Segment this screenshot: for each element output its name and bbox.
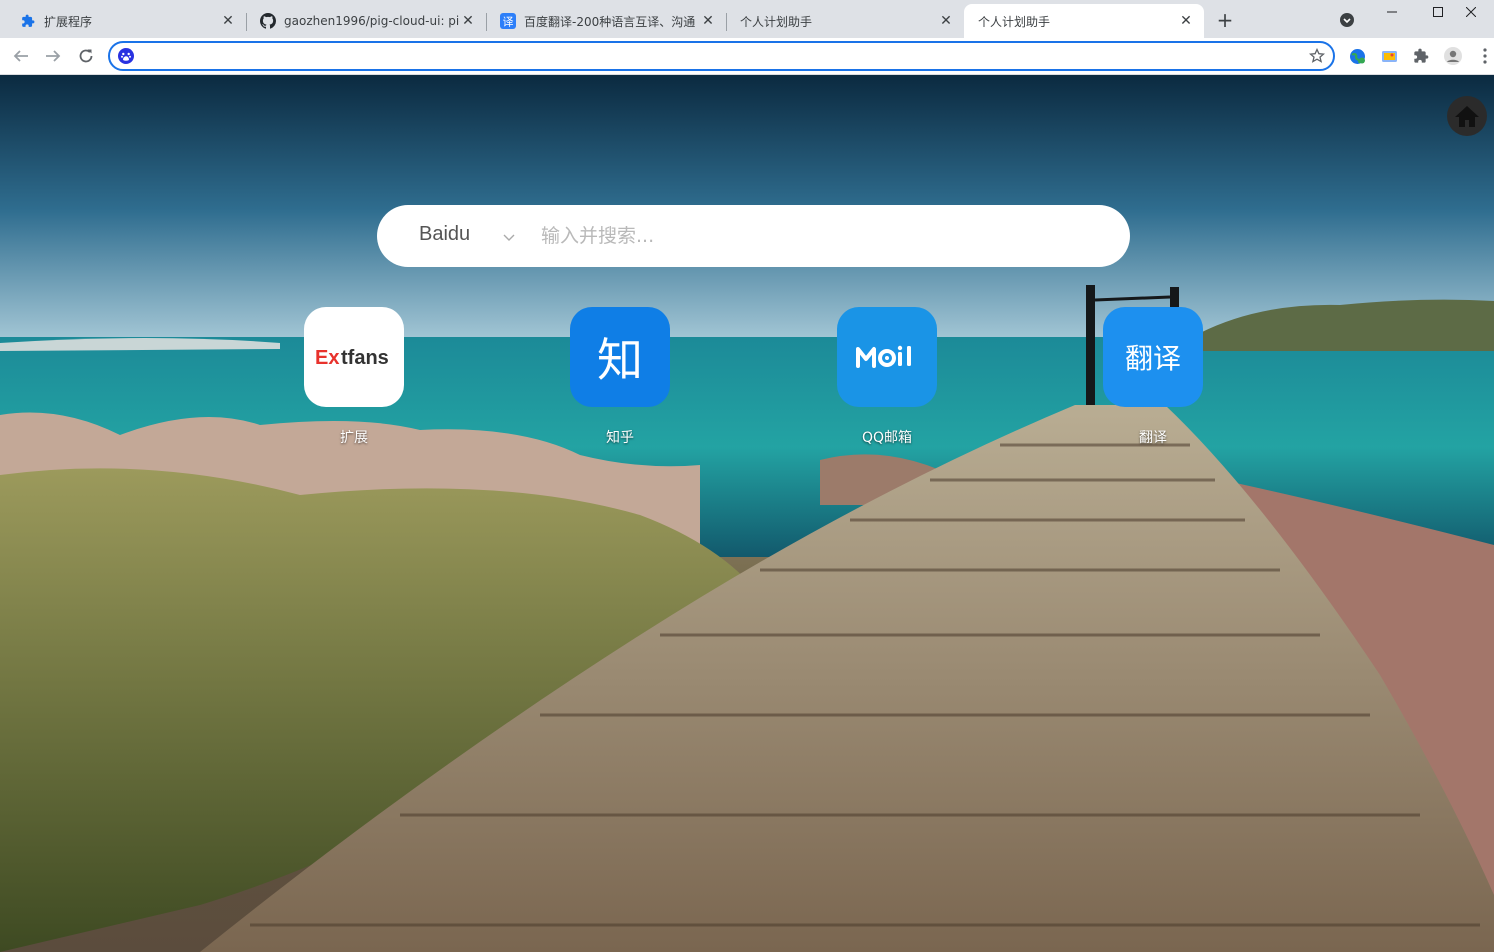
- shortcut-label: 扩展: [340, 430, 368, 446]
- reload-button[interactable]: [74, 44, 98, 68]
- profile-avatar-icon[interactable]: [1444, 47, 1462, 65]
- browser-toolbar: [0, 38, 1494, 75]
- svg-text:tfans: tfans: [341, 347, 389, 369]
- tab-extensions[interactable]: 扩展程序 ✕: [6, 4, 247, 38]
- tab-github[interactable]: gaozhen1996/pig-cloud-ui: pig ✕: [246, 4, 487, 38]
- maximize-icon: [1433, 7, 1443, 17]
- back-button[interactable]: [9, 44, 33, 68]
- tab-baidu-translate[interactable]: 译 百度翻译-200种语言互译、沟通 ✕: [486, 4, 727, 38]
- github-icon: [260, 13, 276, 29]
- chevron-down-icon[interactable]: [502, 229, 516, 243]
- bookmark-star-icon[interactable]: [1308, 47, 1326, 64]
- translate-icon: 译: [500, 13, 516, 29]
- reload-icon: [79, 49, 93, 63]
- close-icon[interactable]: ✕: [1178, 13, 1194, 29]
- browser-menu-icon[interactable]: [1476, 47, 1494, 65]
- minimize-button[interactable]: [1369, 0, 1415, 24]
- forward-button[interactable]: [41, 44, 65, 68]
- close-window-button[interactable]: [1448, 0, 1494, 24]
- tab-search-button[interactable]: [1338, 11, 1356, 29]
- close-icon: [1466, 7, 1476, 17]
- tab-planner[interactable]: 个人计划助手 ✕: [726, 4, 964, 38]
- extension-globe-icon[interactable]: [1348, 47, 1366, 65]
- minimize-icon: [1387, 11, 1397, 13]
- tab-title: 扩展程序: [44, 14, 93, 29]
- search-input[interactable]: [541, 219, 1101, 253]
- extension-screenshot-icon[interactable]: [1380, 47, 1398, 65]
- extensions-puzzle-icon[interactable]: [1412, 47, 1430, 65]
- arrow-left-icon: [13, 50, 28, 62]
- tab-planner-active[interactable]: 个人计划助手 ✕: [964, 4, 1204, 38]
- shortcut-label: QQ邮箱: [861, 430, 913, 446]
- shortcut-label: 翻译: [1139, 430, 1167, 446]
- search-box: Baidu: [377, 205, 1130, 267]
- close-icon[interactable]: ✕: [220, 13, 236, 29]
- zhihu-logo: 知: [570, 307, 670, 407]
- baidu-paw-icon[interactable]: [118, 48, 134, 64]
- home-icon: [1455, 106, 1479, 127]
- svg-text:Ex: Ex: [315, 347, 339, 369]
- tab-title: gaozhen1996/pig-cloud-ui: pig: [284, 14, 460, 28]
- search-engine-select[interactable]: Baidu: [419, 223, 470, 246]
- tab-strip: 扩展程序 ✕ gaozhen1996/pig-cloud-ui: pig ✕ 译…: [0, 0, 1494, 38]
- shortcut-extfans[interactable]: Ex tfans 扩展: [304, 307, 404, 447]
- arrow-right-icon: [46, 50, 61, 62]
- address-bar[interactable]: [108, 41, 1335, 71]
- qq-mail-logo: [837, 307, 937, 407]
- close-icon[interactable]: ✕: [700, 13, 716, 29]
- close-icon[interactable]: ✕: [460, 13, 476, 29]
- new-tab-button[interactable]: +: [1214, 8, 1236, 32]
- translate-logo: 翻译: [1103, 307, 1203, 407]
- shortcut-label: 知乎: [606, 430, 634, 446]
- chevron-down-icon: [1340, 13, 1354, 27]
- tab-title: 个人计划助手: [978, 14, 1051, 29]
- tab-title: 个人计划助手: [740, 14, 813, 29]
- new-tab-page: Baidu Ex tfans 扩展 知 知乎: [0, 75, 1494, 952]
- home-button[interactable]: [1447, 96, 1487, 136]
- address-input[interactable]: [142, 46, 1292, 66]
- shortcut-translate[interactable]: 翻译 翻译: [1103, 307, 1203, 447]
- tab-title: 百度翻译-200种语言互译、沟通: [524, 14, 696, 29]
- shortcut-zhihu[interactable]: 知 知乎: [570, 307, 670, 447]
- puzzle-icon: [20, 13, 36, 29]
- shortcut-qq-mail[interactable]: QQ邮箱: [837, 307, 937, 447]
- svg-text:译: 译: [503, 16, 514, 29]
- close-icon[interactable]: ✕: [938, 13, 954, 29]
- extfans-logo: Ex tfans: [304, 307, 404, 407]
